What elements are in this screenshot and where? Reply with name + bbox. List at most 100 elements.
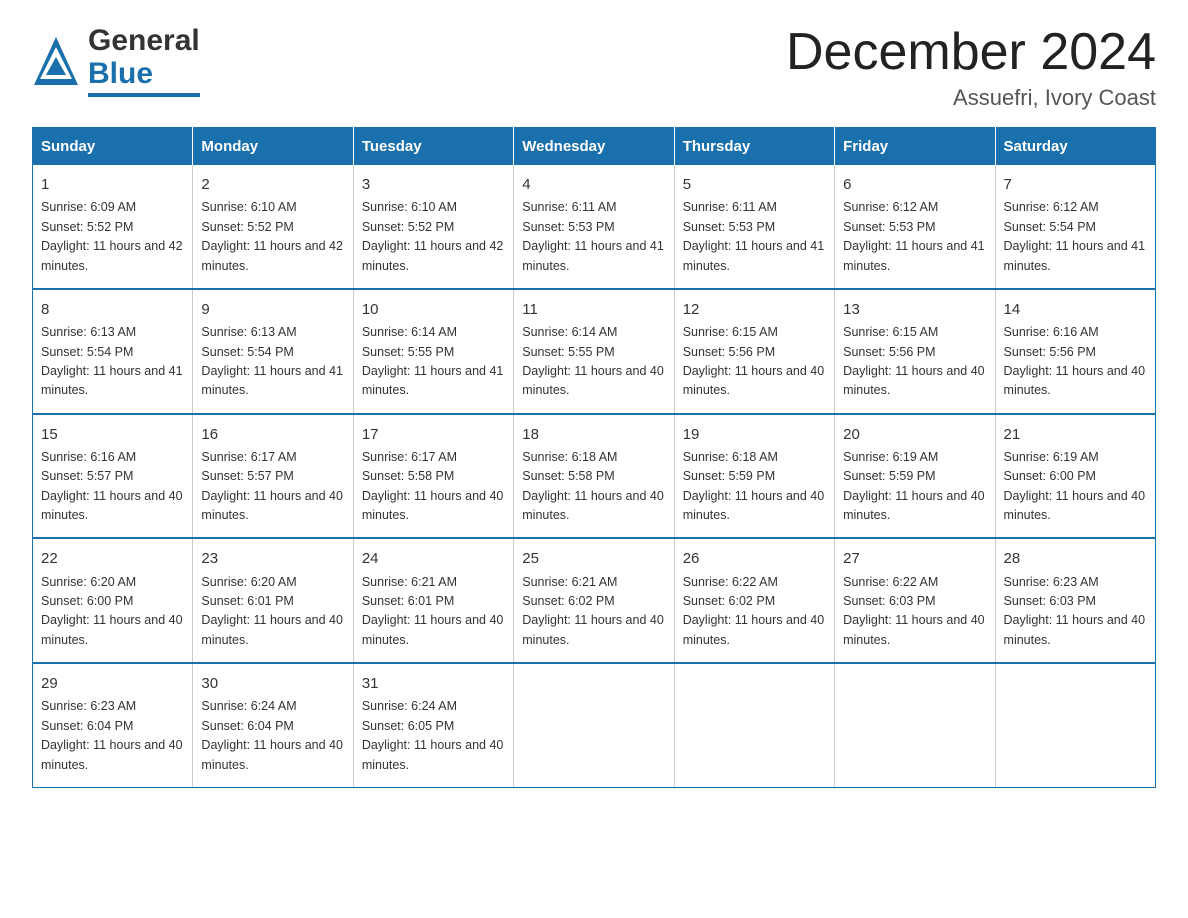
sunset-text: Sunset: 5:58 PM bbox=[522, 469, 614, 483]
daylight-text: Daylight: 11 hours and 40 minutes. bbox=[201, 738, 343, 771]
sunrise-text: Sunrise: 6:12 AM bbox=[843, 200, 938, 214]
daylight-text: Daylight: 11 hours and 41 minutes. bbox=[41, 364, 183, 397]
daylight-text: Daylight: 11 hours and 42 minutes. bbox=[41, 239, 183, 272]
day-number: 7 bbox=[1004, 173, 1147, 196]
table-row: 30Sunrise: 6:24 AMSunset: 6:04 PMDayligh… bbox=[193, 663, 353, 787]
sunset-text: Sunset: 5:52 PM bbox=[201, 220, 293, 234]
sunrise-text: Sunrise: 6:09 AM bbox=[41, 200, 136, 214]
sunset-text: Sunset: 5:54 PM bbox=[201, 345, 293, 359]
sunset-text: Sunset: 5:53 PM bbox=[522, 220, 614, 234]
day-number: 1 bbox=[41, 173, 184, 196]
sunrise-text: Sunrise: 6:22 AM bbox=[683, 575, 778, 589]
daylight-text: Daylight: 11 hours and 40 minutes. bbox=[683, 364, 825, 397]
day-number: 10 bbox=[362, 298, 505, 321]
day-number: 28 bbox=[1004, 547, 1147, 570]
day-number: 8 bbox=[41, 298, 184, 321]
day-number: 12 bbox=[683, 298, 826, 321]
sunrise-text: Sunrise: 6:21 AM bbox=[362, 575, 457, 589]
sunrise-text: Sunrise: 6:18 AM bbox=[683, 450, 778, 464]
sunset-text: Sunset: 5:55 PM bbox=[362, 345, 454, 359]
day-number: 31 bbox=[362, 672, 505, 695]
table-row: 10Sunrise: 6:14 AMSunset: 5:55 PMDayligh… bbox=[353, 289, 513, 414]
table-row: 3Sunrise: 6:10 AMSunset: 5:52 PMDaylight… bbox=[353, 165, 513, 289]
day-number: 30 bbox=[201, 672, 344, 695]
sunrise-text: Sunrise: 6:21 AM bbox=[522, 575, 617, 589]
day-number: 25 bbox=[522, 547, 665, 570]
table-row: 11Sunrise: 6:14 AMSunset: 5:55 PMDayligh… bbox=[514, 289, 674, 414]
sunset-text: Sunset: 6:03 PM bbox=[843, 594, 935, 608]
daylight-text: Daylight: 11 hours and 40 minutes. bbox=[522, 489, 664, 522]
calendar-week-row: 8 Sunrise: 6:13 AM Sunset: 5:54 PM Daylight… bbox=[33, 289, 1156, 414]
sunrise-text: Sunrise: 6:18 AM bbox=[522, 450, 617, 464]
table-row: 22Sunrise: 6:20 AMSunset: 6:00 PMDayligh… bbox=[33, 538, 193, 663]
calendar-header-row: Sunday Monday Tuesday Wednesday Thursday… bbox=[33, 128, 1156, 166]
calendar-week-row: 22Sunrise: 6:20 AMSunset: 6:00 PMDayligh… bbox=[33, 538, 1156, 663]
daylight-text: Daylight: 11 hours and 41 minutes. bbox=[201, 364, 343, 397]
sunrise-text: Sunrise: 6:13 AM bbox=[41, 325, 136, 339]
day-number: 29 bbox=[41, 672, 184, 695]
sunset-text: Sunset: 6:04 PM bbox=[201, 719, 293, 733]
sunset-text: Sunset: 6:00 PM bbox=[1004, 469, 1096, 483]
col-sunday: Sunday bbox=[33, 128, 193, 166]
daylight-text: Daylight: 11 hours and 40 minutes. bbox=[201, 613, 343, 646]
table-row: 7Sunrise: 6:12 AMSunset: 5:54 PMDaylight… bbox=[995, 165, 1155, 289]
day-number: 9 bbox=[201, 298, 344, 321]
sunrise-text: Sunrise: 6:16 AM bbox=[41, 450, 136, 464]
daylight-text: Daylight: 11 hours and 42 minutes. bbox=[201, 239, 343, 272]
calendar-week-row: 15 Sunrise: 6:16 AM Sunset: 5:57 PM Dayligh… bbox=[33, 414, 1156, 539]
calendar-week-row: 29Sunrise: 6:23 AMSunset: 6:04 PMDayligh… bbox=[33, 663, 1156, 787]
sunset-text: Sunset: 5:57 PM bbox=[41, 469, 133, 483]
table-row: 26Sunrise: 6:22 AMSunset: 6:02 PMDayligh… bbox=[674, 538, 834, 663]
col-monday: Monday bbox=[193, 128, 353, 166]
day-number: 17 bbox=[362, 423, 505, 446]
sunset-text: Sunset: 5:58 PM bbox=[362, 469, 454, 483]
sunset-text: Sunset: 5:53 PM bbox=[683, 220, 775, 234]
day-number: 15 bbox=[41, 423, 184, 446]
sunrise-text: Sunrise: 6:15 AM bbox=[683, 325, 778, 339]
daylight-text: Daylight: 11 hours and 40 minutes. bbox=[41, 738, 183, 771]
sunset-text: Sunset: 5:59 PM bbox=[683, 469, 775, 483]
daylight-text: Daylight: 11 hours and 40 minutes. bbox=[41, 489, 183, 522]
sunset-text: Sunset: 5:56 PM bbox=[1004, 345, 1096, 359]
table-row: 29Sunrise: 6:23 AMSunset: 6:04 PMDayligh… bbox=[33, 663, 193, 787]
sunrise-text: Sunrise: 6:20 AM bbox=[201, 575, 296, 589]
day-number: 21 bbox=[1004, 423, 1147, 446]
day-number: 23 bbox=[201, 547, 344, 570]
sunset-text: Sunset: 5:57 PM bbox=[201, 469, 293, 483]
col-friday: Friday bbox=[835, 128, 995, 166]
sunrise-text: Sunrise: 6:23 AM bbox=[1004, 575, 1099, 589]
daylight-text: Daylight: 11 hours and 40 minutes. bbox=[362, 738, 504, 771]
table-row: 23Sunrise: 6:20 AMSunset: 6:01 PMDayligh… bbox=[193, 538, 353, 663]
table-row: 17Sunrise: 6:17 AMSunset: 5:58 PMDayligh… bbox=[353, 414, 513, 539]
daylight-text: Daylight: 11 hours and 40 minutes. bbox=[201, 489, 343, 522]
table-row: 18Sunrise: 6:18 AMSunset: 5:58 PMDayligh… bbox=[514, 414, 674, 539]
sunset-text: Sunset: 6:05 PM bbox=[362, 719, 454, 733]
sunset-text: Sunset: 6:04 PM bbox=[41, 719, 133, 733]
sunset-text: Sunset: 5:59 PM bbox=[843, 469, 935, 483]
sunrise-text: Sunrise: 6:20 AM bbox=[41, 575, 136, 589]
day-number: 19 bbox=[683, 423, 826, 446]
sunset-text: Sunset: 5:54 PM bbox=[41, 345, 133, 359]
table-row: 28Sunrise: 6:23 AMSunset: 6:03 PMDayligh… bbox=[995, 538, 1155, 663]
table-row bbox=[995, 663, 1155, 787]
sunrise-text: Sunrise: 6:15 AM bbox=[843, 325, 938, 339]
day-number: 2 bbox=[201, 173, 344, 196]
sunrise-text: Sunrise: 6:17 AM bbox=[201, 450, 296, 464]
daylight-text: Daylight: 11 hours and 40 minutes. bbox=[522, 613, 664, 646]
calendar-subtitle: Assuefri, Ivory Coast bbox=[786, 85, 1156, 111]
day-number: 20 bbox=[843, 423, 986, 446]
daylight-text: Daylight: 11 hours and 42 minutes. bbox=[362, 239, 504, 272]
sunrise-text: Sunrise: 6:19 AM bbox=[843, 450, 938, 464]
sunrise-text: Sunrise: 6:10 AM bbox=[201, 200, 296, 214]
sunset-text: Sunset: 6:01 PM bbox=[362, 594, 454, 608]
sunrise-text: Sunrise: 6:16 AM bbox=[1004, 325, 1099, 339]
table-row: 15 Sunrise: 6:16 AM Sunset: 5:57 PM Dayligh… bbox=[33, 414, 193, 539]
table-row: 20Sunrise: 6:19 AMSunset: 5:59 PMDayligh… bbox=[835, 414, 995, 539]
day-number: 4 bbox=[522, 173, 665, 196]
calendar-title: December 2024 bbox=[786, 24, 1156, 81]
day-number: 3 bbox=[362, 173, 505, 196]
sunset-text: Sunset: 6:00 PM bbox=[41, 594, 133, 608]
sunset-text: Sunset: 5:53 PM bbox=[843, 220, 935, 234]
day-number: 6 bbox=[843, 173, 986, 196]
title-block: December 2024 Assuefri, Ivory Coast bbox=[786, 24, 1156, 111]
